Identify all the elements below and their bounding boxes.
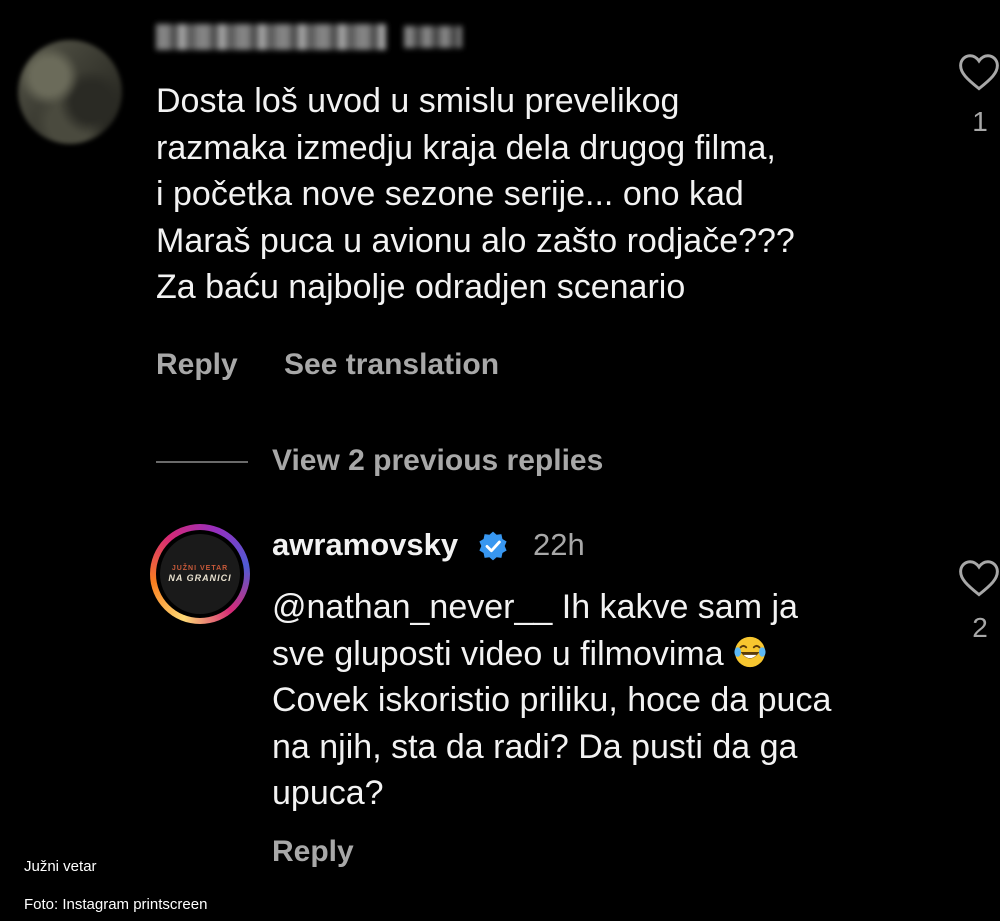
reply-line: Covek iskoristio priliku, hoce da puca bbox=[272, 681, 832, 719]
reply-text: @nathan_never__ Ih kakve sam ja sve glup… bbox=[272, 584, 932, 817]
reply-avatar-logo: JUŽNI VETAR NA GRANICI bbox=[160, 534, 240, 614]
replies-divider bbox=[156, 461, 248, 463]
logo-top-text: JUŽNI VETAR bbox=[171, 565, 229, 572]
comment-line: i početka nove sezone serije... ono kad bbox=[156, 175, 744, 213]
see-translation-button[interactable]: See translation bbox=[284, 348, 499, 382]
reply-time: 22h bbox=[533, 527, 585, 562]
reply-button[interactable]: Reply bbox=[272, 835, 354, 869]
caption-credit: Foto: Instagram printscreen bbox=[24, 896, 208, 913]
comment-line: Maraš puca u avionu alo zašto rodjače??? bbox=[156, 221, 795, 260]
instagram-comments-screen: Dosta loš uvod u smislu prevelikog razma… bbox=[0, 0, 1000, 921]
comment-time-blurred bbox=[404, 26, 462, 48]
caption-title: Južni vetar bbox=[24, 858, 97, 875]
reply-line: sve gluposti video u filmovima bbox=[272, 634, 724, 673]
laughing-emoji-icon bbox=[734, 636, 766, 667]
comment-like-count: 1 bbox=[972, 106, 988, 137]
view-previous-replies-button[interactable]: View 2 previous replies bbox=[272, 444, 603, 478]
heart-icon[interactable] bbox=[958, 558, 1000, 598]
logo-bottom-text: NA GRANICI bbox=[168, 573, 232, 583]
verified-badge-icon bbox=[479, 531, 507, 561]
comment-text: Dosta loš uvod u smislu prevelikog razma… bbox=[156, 78, 936, 311]
reply-like-count: 2 bbox=[972, 612, 988, 643]
reply-line: upuca? bbox=[272, 774, 384, 812]
commenter-username-blurred[interactable] bbox=[156, 24, 386, 50]
commenter-avatar[interactable] bbox=[18, 40, 122, 144]
mention-link[interactable]: @nathan_never__ bbox=[272, 588, 552, 626]
comment-line: Za baću najbolje odradjen scenario bbox=[156, 268, 686, 306]
comment-line: Dosta loš uvod u smislu prevelikog bbox=[156, 82, 680, 120]
reply-avatar[interactable]: JUŽNI VETAR NA GRANICI bbox=[150, 524, 250, 624]
heart-icon[interactable] bbox=[958, 52, 1000, 92]
reply-line: Ih kakve sam ja bbox=[552, 588, 798, 626]
reply-button[interactable]: Reply bbox=[156, 348, 238, 382]
reply-line: na njih, sta da radi? Da pusti da ga bbox=[272, 727, 798, 766]
comment-line: razmaka izmedju kraja dela drugog filma, bbox=[156, 128, 776, 167]
reply-username[interactable]: awramovsky bbox=[272, 527, 458, 563]
